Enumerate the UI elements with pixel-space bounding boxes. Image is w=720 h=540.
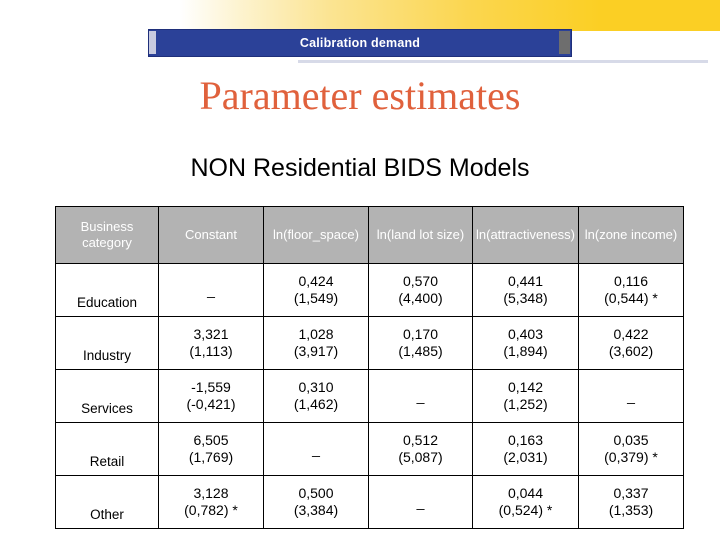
tstat-value: (0,544) * [604,290,658,306]
estimate-value: 0,310 [298,379,334,395]
banner-label: Calibration demand [299,36,421,50]
tstat-value: (1,353) [608,502,654,518]
tstat-value: (2,031) [503,449,548,465]
cell-value: _ [368,369,473,423]
tstat-value: (1,113) [189,343,233,359]
column-header-ln-zone-income: ln(zone income) [578,206,684,264]
column-header-business-category: Business category [55,206,159,264]
banner-cap-left [149,31,156,54]
tstat-value: (1,769) [188,449,234,465]
cell-value: _ [368,475,473,529]
row-label: Education [55,263,159,317]
tstat-value: (0,524) * [498,502,553,518]
estimate-value: 0,116 [614,273,648,289]
tstat-value: (5,087) [398,449,443,465]
parameter-estimates-table: Business category Constant ln(floor_spac… [55,206,684,529]
estimate-value: _ [312,440,320,457]
tstat-value: (1,894) [503,343,548,359]
column-header-ln-floor-space: ln(floor_space) [263,206,369,264]
banner-highlight [298,60,708,63]
estimate-value: 0,044 [507,485,544,501]
section-banner: Calibration demand [148,29,708,63]
cell-value: 0,170 (1,485) [368,316,473,370]
cell-value: 0,310 (1,462) [263,369,369,423]
tstat-value: (5,348) [503,290,548,306]
estimate-value: 0,570 [402,273,439,289]
cell-value: 0,163 (2,031) [472,422,579,476]
estimate-value: 0,170 [402,326,439,342]
table-row: Other 3,128 (0,782) * 0,500 (3,384) _ 0,04… [55,475,684,529]
estimate-value: _ [416,387,425,404]
cell-value: _ [263,422,369,476]
cell-value: 0,337 (1,353) [578,475,684,529]
column-header-ln-land-lot-size: ln(land lot size) [368,206,473,264]
table-header: Business category Constant ln(floor_spac… [55,206,684,264]
page-subtitle: NON Residential BIDS Models [190,154,530,182]
cell-value: 0,570 (4,400) [368,263,473,317]
cell-value: 0,441 (5,348) [472,263,579,317]
table-row: Industry 3,321 (1,113) 1,028 (3,917) 0,170… [55,316,684,370]
cell-value: -1,559 (-0,421) [158,369,264,423]
column-header-constant: Constant [158,206,264,264]
estimate-value: _ [627,387,635,404]
cell-value: 1,028 (3,917) [263,316,369,370]
cell-value: 6,505 (1,769) [158,422,264,476]
estimate-value: 0,424 [298,273,334,289]
cell-value: 3,128 (0,782) * [158,475,264,529]
tstat-value: (1,549) [293,290,339,306]
estimate-value: 1,028 [298,326,334,342]
estimate-value: 0,163 [507,432,544,448]
tstat-value: (4,400) [398,290,443,306]
cell-value: 0,142 (1,252) [472,369,579,423]
estimate-value: 0,403 [507,326,544,342]
cell-value: 0,403 (1,894) [472,316,579,370]
cell-value: 0,500 (3,384) [263,475,369,529]
estimate-value: 0,422 [613,326,649,342]
tstat-value: (-0,421) [186,396,236,412]
estimate-value: 0,441 [507,273,544,289]
table-body: Education _ 0,424 (1,549) 0,570 (4,400) 0,… [55,263,684,529]
tstat-value: (3,384) [293,502,339,518]
cell-value: 0,035 (0,379) * [578,422,684,476]
tstat-value: (1,252) [503,396,548,412]
estimate-value: 3,128 [193,485,229,501]
cell-value: _ [578,369,684,423]
tstat-value: (0,782) * [184,502,238,518]
estimate-value: 0,512 [402,432,439,448]
tstat-value: (1,462) [293,396,339,412]
column-header-ln-attractiveness: ln(attractiveness) [472,206,579,264]
estimate-value: 0,500 [298,485,334,501]
table-header-row: Business category Constant ln(floor_spac… [55,206,684,264]
cell-value: 0,044 (0,524) * [472,475,579,529]
estimate-value: 0,337 [613,485,649,501]
tstat-value: (0,379) * [604,449,658,465]
table-row: Retail 6,505 (1,769) _ 0,512 (5,087) 0,163… [55,422,684,476]
tstat-value: (1,485) [398,343,443,359]
row-label: Other [55,475,159,529]
estimate-value: -1,559 [191,379,231,395]
estimate-value: 0,142 [507,379,544,395]
cell-value: 0,424 (1,549) [263,263,369,317]
row-label: Services [55,369,159,423]
estimate-value: _ [416,493,425,510]
cell-value: 0,512 (5,087) [368,422,473,476]
estimate-value: 3,321 [193,326,229,342]
tstat-value: (3,917) [293,343,339,359]
table-row: Education _ 0,424 (1,549) 0,570 (4,400) 0,… [55,263,684,317]
estimate-value: 6,505 [193,432,229,448]
cell-value: 0,422 (3,602) [578,316,684,370]
decorative-yellow-band [0,0,720,31]
row-label: Industry [55,316,159,370]
banner-cap-right [559,31,570,54]
tstat-value: (3,602) [608,343,654,359]
parameter-estimates-table-wrap: Business category Constant ln(floor_spac… [55,206,684,529]
cell-value: 3,321 (1,113) [158,316,264,370]
page-title: Parameter estimates [199,73,521,118]
table-row: Services -1,559 (-0,421) 0,310 (1,462) _ 0… [55,369,684,423]
cell-value: _ [158,263,264,317]
row-label: Retail [55,422,159,476]
estimate-value: _ [207,281,215,298]
estimate-value: 0,035 [613,432,649,448]
cell-value: 0,116 (0,544) * [578,263,684,317]
